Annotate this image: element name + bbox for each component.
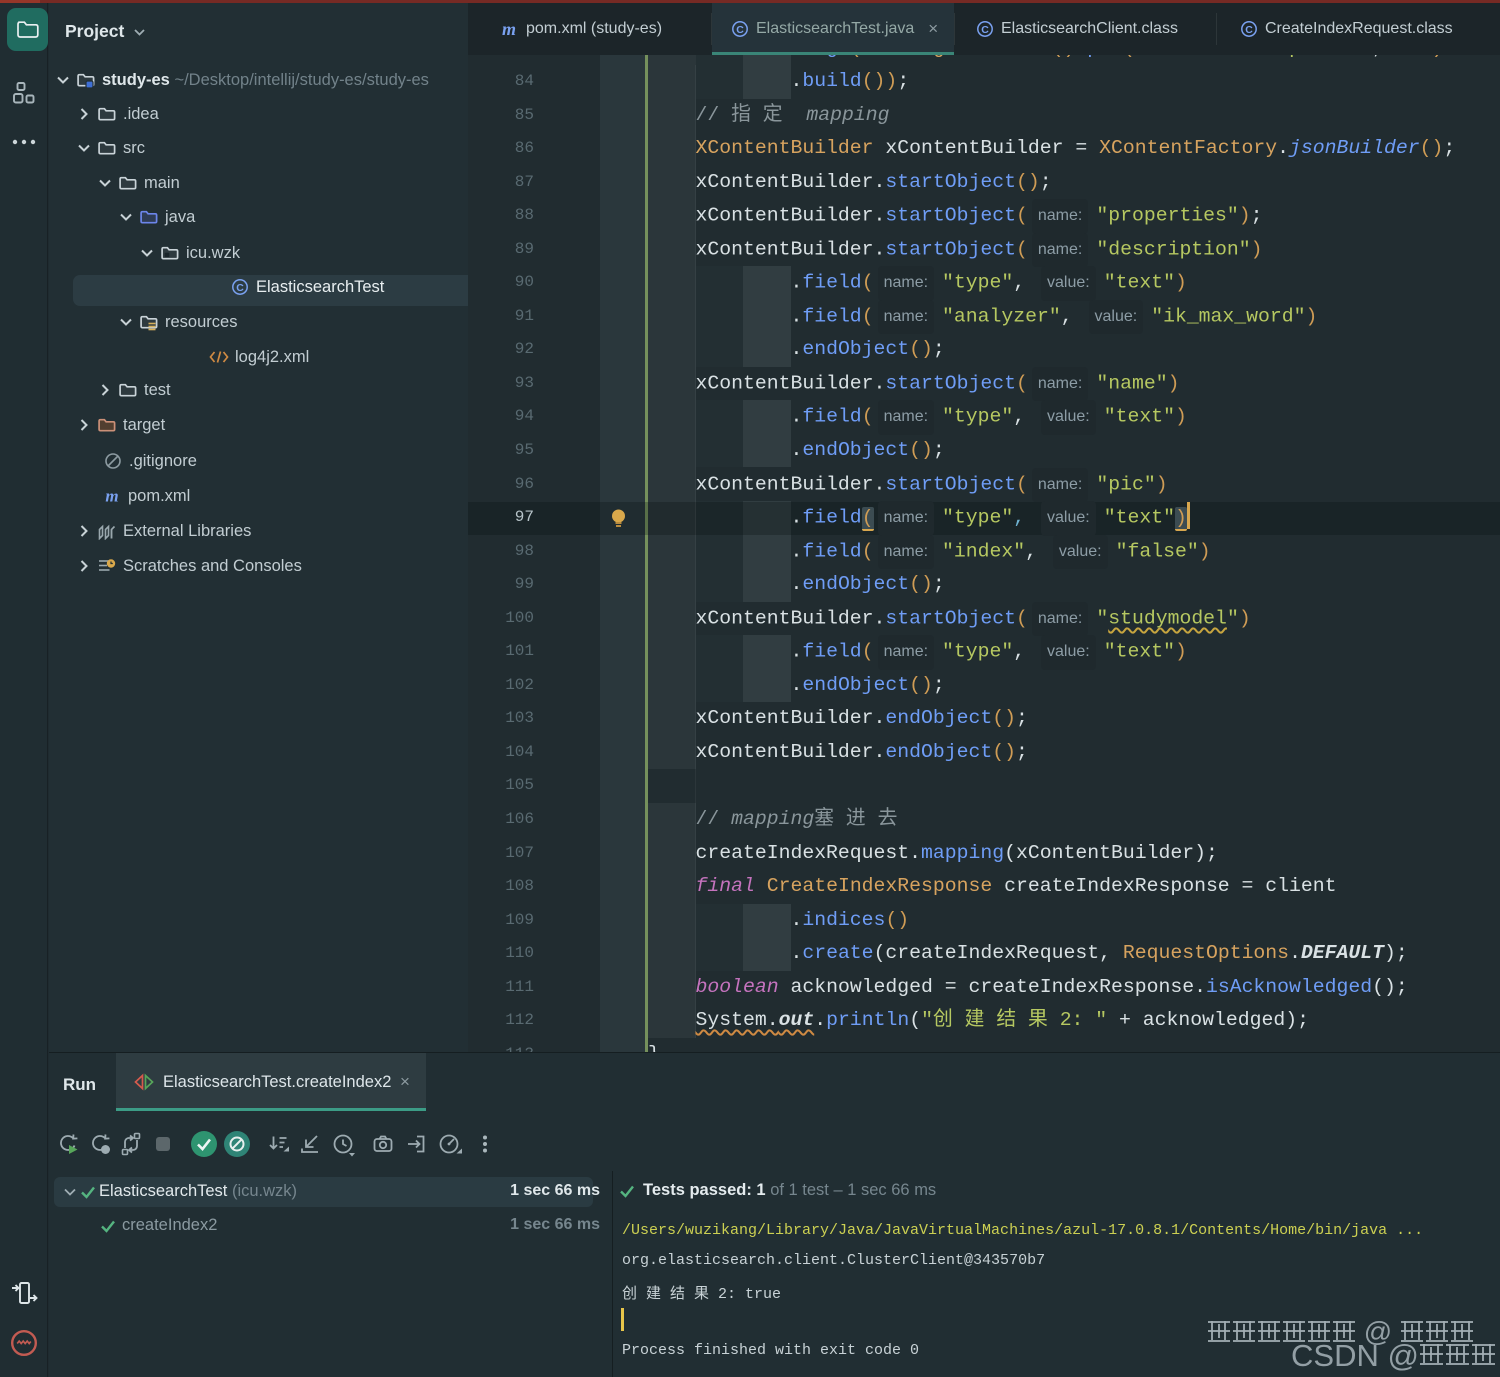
svg-text:C: C — [1245, 24, 1253, 36]
svg-text:C: C — [736, 24, 744, 36]
svg-text:C: C — [981, 24, 989, 36]
svg-text:C: C — [236, 282, 244, 294]
svg-text:m: m — [502, 20, 516, 39]
svg-text:m: m — [105, 487, 118, 505]
